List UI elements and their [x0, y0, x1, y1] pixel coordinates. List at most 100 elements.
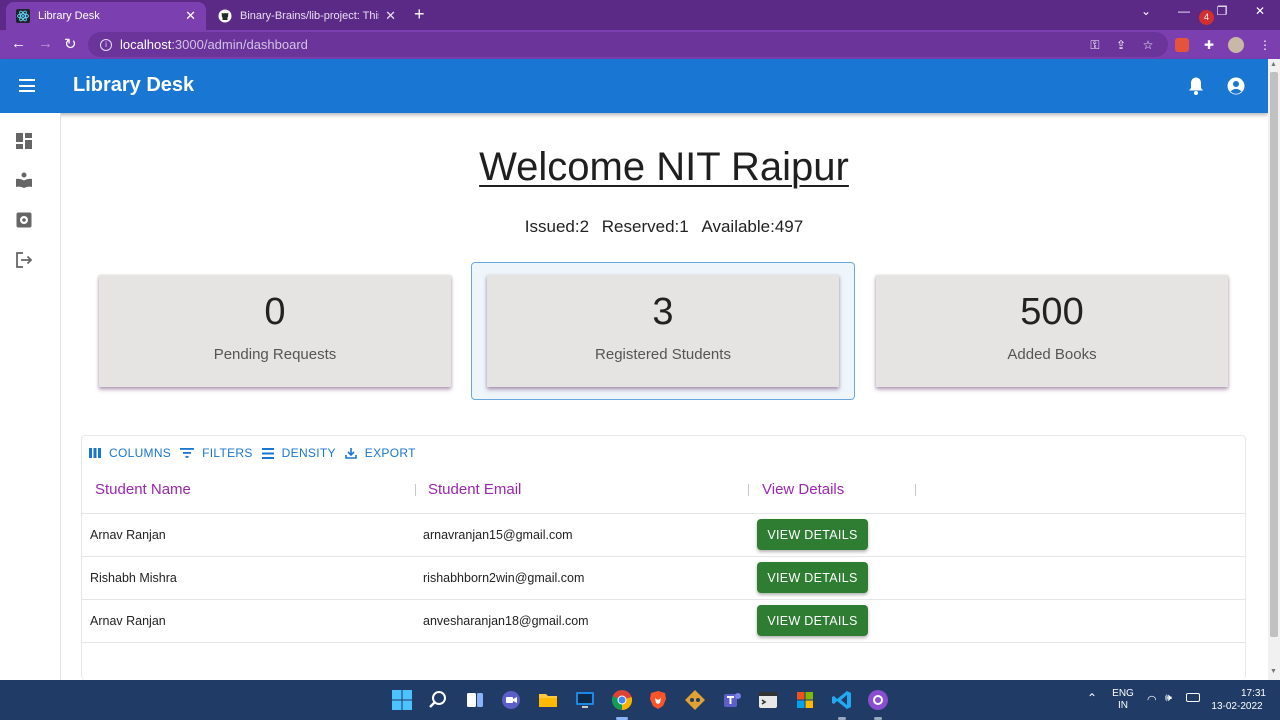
column-header-view-details[interactable]: View Details [762, 480, 844, 514]
remote-desktop-icon[interactable] [574, 689, 596, 711]
menu-icon[interactable] [19, 79, 35, 92]
sidebar [0, 113, 61, 680]
brave-icon[interactable] [647, 689, 669, 711]
notification-badge: 4 [1199, 10, 1214, 25]
notifications-bell-icon[interactable] [1187, 76, 1205, 96]
language-indicator[interactable]: ENG IN [1110, 688, 1136, 712]
browser-tab-strip: Library Desk ✕ Binary-Brains/lib-project… [0, 0, 1280, 30]
clock[interactable]: 17:31 13-02-2022 [1208, 687, 1266, 713]
tray-chevron-icon[interactable]: ⌃ [1087, 691, 1097, 705]
inventory-summary: Issued:2 Reserved:1 Available:497 [61, 217, 1267, 237]
reader-icon[interactable] [15, 171, 33, 189]
new-tab-icon[interactable]: + [414, 5, 425, 23]
columns-button[interactable]: COLUMNS [89, 446, 171, 460]
view-details-button[interactable]: VIEW DETAILS [757, 605, 868, 636]
search-icon[interactable] [427, 689, 449, 711]
url-host: localhost [120, 37, 172, 52]
card-label: Added Books [1007, 346, 1097, 363]
download-icon [344, 448, 357, 459]
battery-icon[interactable] [1186, 693, 1200, 702]
url-path: :3000/admin/dashboard [171, 37, 308, 52]
table-row[interactable]: Arnav Ranjan arnavranjan15@gmail.com VIE… [82, 513, 1245, 556]
github-favicon-icon [218, 9, 232, 23]
reload-icon[interactable]: ↻ [64, 35, 77, 53]
clock-date: 13-02-2022 [1211, 701, 1263, 712]
logout-icon[interactable] [15, 251, 33, 269]
grid-toolbar: COLUMNS FILTERS DENSITY EXPORT [89, 446, 425, 460]
browser-menu-icon[interactable]: ⋮ [1258, 38, 1272, 52]
card-value: 0 [264, 291, 286, 333]
task-view-icon[interactable] [464, 689, 486, 711]
vscode-icon[interactable] [831, 689, 853, 711]
student-name-cell: Arnav Ranjan [90, 614, 166, 628]
forward-icon[interactable]: → [38, 35, 53, 52]
app-title: Library Desk [73, 74, 195, 96]
volume-icon[interactable]: 🕪 [1165, 692, 1172, 705]
git-tool-icon[interactable] [684, 689, 706, 711]
site-info-icon[interactable]: i [100, 38, 112, 51]
view-details-button[interactable]: VIEW DETAILS [757, 519, 868, 550]
registered-students-card[interactable]: 3 Registered Students [487, 275, 839, 387]
filter-icon [180, 448, 195, 458]
students-data-grid: COLUMNS FILTERS DENSITY EXPORT Student N… [81, 435, 1246, 680]
scroll-down-arrow-icon[interactable]: ▼ [1270, 668, 1277, 675]
density-icon [261, 447, 274, 459]
profile-avatar[interactable] [1228, 37, 1244, 53]
table-row[interactable]: Arnav Ranjan anvesharanjan18@gmail.com V… [82, 599, 1245, 642]
column-separator[interactable] [415, 484, 416, 496]
settings-icon[interactable] [15, 211, 33, 229]
address-bar: ← → ↻ i localhost:3000/admin/dashboard ⚿… [0, 30, 1280, 59]
export-button[interactable]: EXPORT [344, 446, 416, 460]
column-header-name[interactable]: Student Name [95, 480, 191, 514]
os-taskbar: ⌃ ENG IN ◠ 🕪 17:31 13-02-2022 [0, 680, 1280, 720]
file-explorer-icon[interactable] [537, 689, 559, 711]
available-count: Available:497 [701, 217, 804, 236]
github-desktop-icon[interactable] [867, 689, 889, 711]
share-icon[interactable]: ⇪ [1114, 38, 1128, 52]
filters-button[interactable]: FILTERS [180, 446, 253, 460]
row-divider [82, 642, 1245, 643]
terminal-icon[interactable] [757, 689, 779, 711]
puzzle-extensions-icon[interactable]: ✚ [1202, 38, 1216, 52]
browser-tab-active[interactable]: Library Desk ✕ [6, 2, 206, 30]
added-books-card[interactable]: 500 Added Books [876, 275, 1228, 387]
density-button[interactable]: DENSITY [261, 446, 336, 460]
omnibox[interactable]: i localhost:3000/admin/dashboard [88, 32, 1168, 57]
column-separator[interactable] [748, 484, 749, 496]
scroll-up-arrow-icon[interactable]: ▲ [1270, 61, 1277, 68]
store-icon[interactable] [794, 689, 816, 711]
tab-close-icon[interactable]: ✕ [185, 8, 196, 24]
page-scrollbar[interactable]: ▲ ▼ [1268, 59, 1280, 680]
browser-tab-github[interactable]: Binary-Brains/lib-project: This Pr ✕ [208, 2, 406, 30]
tab-search-icon[interactable]: ⌄ [1134, 4, 1158, 18]
bookmark-star-icon[interactable]: ☆ [1141, 38, 1155, 52]
card-label: Pending Requests [213, 346, 337, 363]
tab-title: Binary-Brains/lib-project: This Pr [240, 10, 379, 22]
scrollbar-thumb[interactable] [1270, 72, 1278, 637]
chat-icon[interactable] [500, 689, 522, 711]
wifi-icon[interactable]: ◠ [1147, 693, 1157, 706]
student-email-cell: rishabhborn2win@gmail.com [423, 571, 585, 585]
minimize-icon[interactable]: — [1172, 4, 1196, 18]
extension-icon[interactable] [1175, 38, 1189, 52]
teams-icon[interactable] [721, 689, 743, 711]
table-row[interactable]: Rishabh Mishra rishabhborn2win@gmail.com… [82, 556, 1245, 599]
close-window-icon[interactable]: ✕ [1248, 4, 1272, 18]
windows-start-icon[interactable] [391, 689, 413, 711]
back-icon[interactable]: ← [11, 35, 26, 52]
dashboard-icon[interactable] [15, 132, 33, 150]
account-circle-icon[interactable] [1227, 77, 1245, 95]
url-text[interactable]: localhost:3000/admin/dashboard [120, 37, 308, 52]
card-label: Registered Students [595, 346, 731, 363]
react-favicon-icon [16, 9, 30, 23]
view-details-button[interactable]: VIEW DETAILS [757, 562, 868, 593]
chrome-icon[interactable] [611, 689, 633, 711]
column-header-email[interactable]: Student Email [428, 480, 521, 514]
pending-requests-card[interactable]: 0 Pending Requests [99, 275, 451, 387]
student-name-cell: Arnav Ranjan [90, 528, 166, 542]
tab-close-icon[interactable]: ✕ [385, 8, 396, 24]
card-value: 500 [1020, 291, 1084, 333]
key-icon[interactable]: ⚿ [1088, 38, 1102, 52]
student-name-cell: Rishabh Mishra [90, 571, 177, 585]
column-separator[interactable] [915, 484, 916, 496]
